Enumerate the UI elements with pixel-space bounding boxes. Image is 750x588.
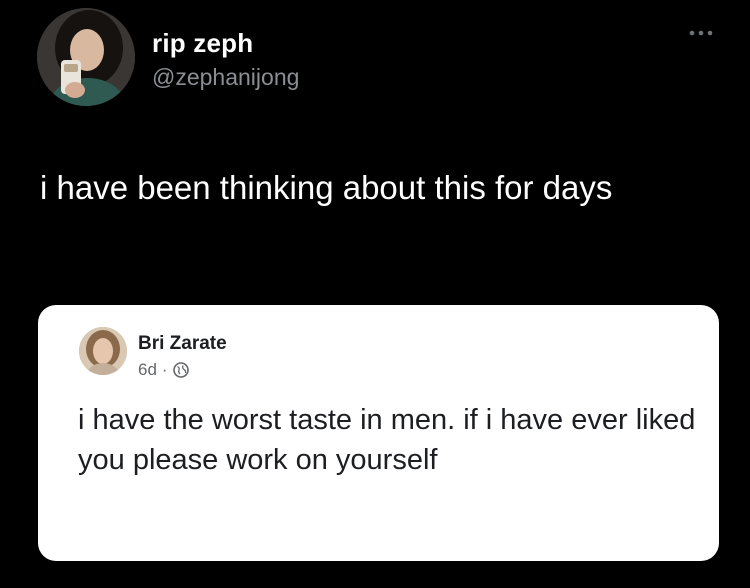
quoted-post-text: i have the worst taste in men. if i have… [78, 404, 696, 476]
quoted-post-card: Bri Zarate 6d · i have the worst taste i… [38, 305, 719, 561]
more-horizontal-icon[interactable] [688, 26, 714, 40]
quoted-post-time: 6d [138, 360, 157, 379]
globe-icon [172, 362, 189, 378]
tweet-text: i have been thinking about this for days [40, 169, 613, 206]
quoted-post-meta: 6d · [138, 360, 189, 380]
author-avatar[interactable] [37, 8, 135, 106]
quoted-author-avatar [79, 327, 127, 375]
author-display-name[interactable]: rip zeph [152, 28, 253, 59]
quoted-author-name: Bri Zarate [138, 333, 227, 354]
meta-separator: · [161, 360, 168, 379]
author-avatar-image [37, 8, 135, 106]
author-handle[interactable]: @zephanijong [152, 64, 299, 91]
quoted-author-avatar-image [79, 327, 127, 375]
